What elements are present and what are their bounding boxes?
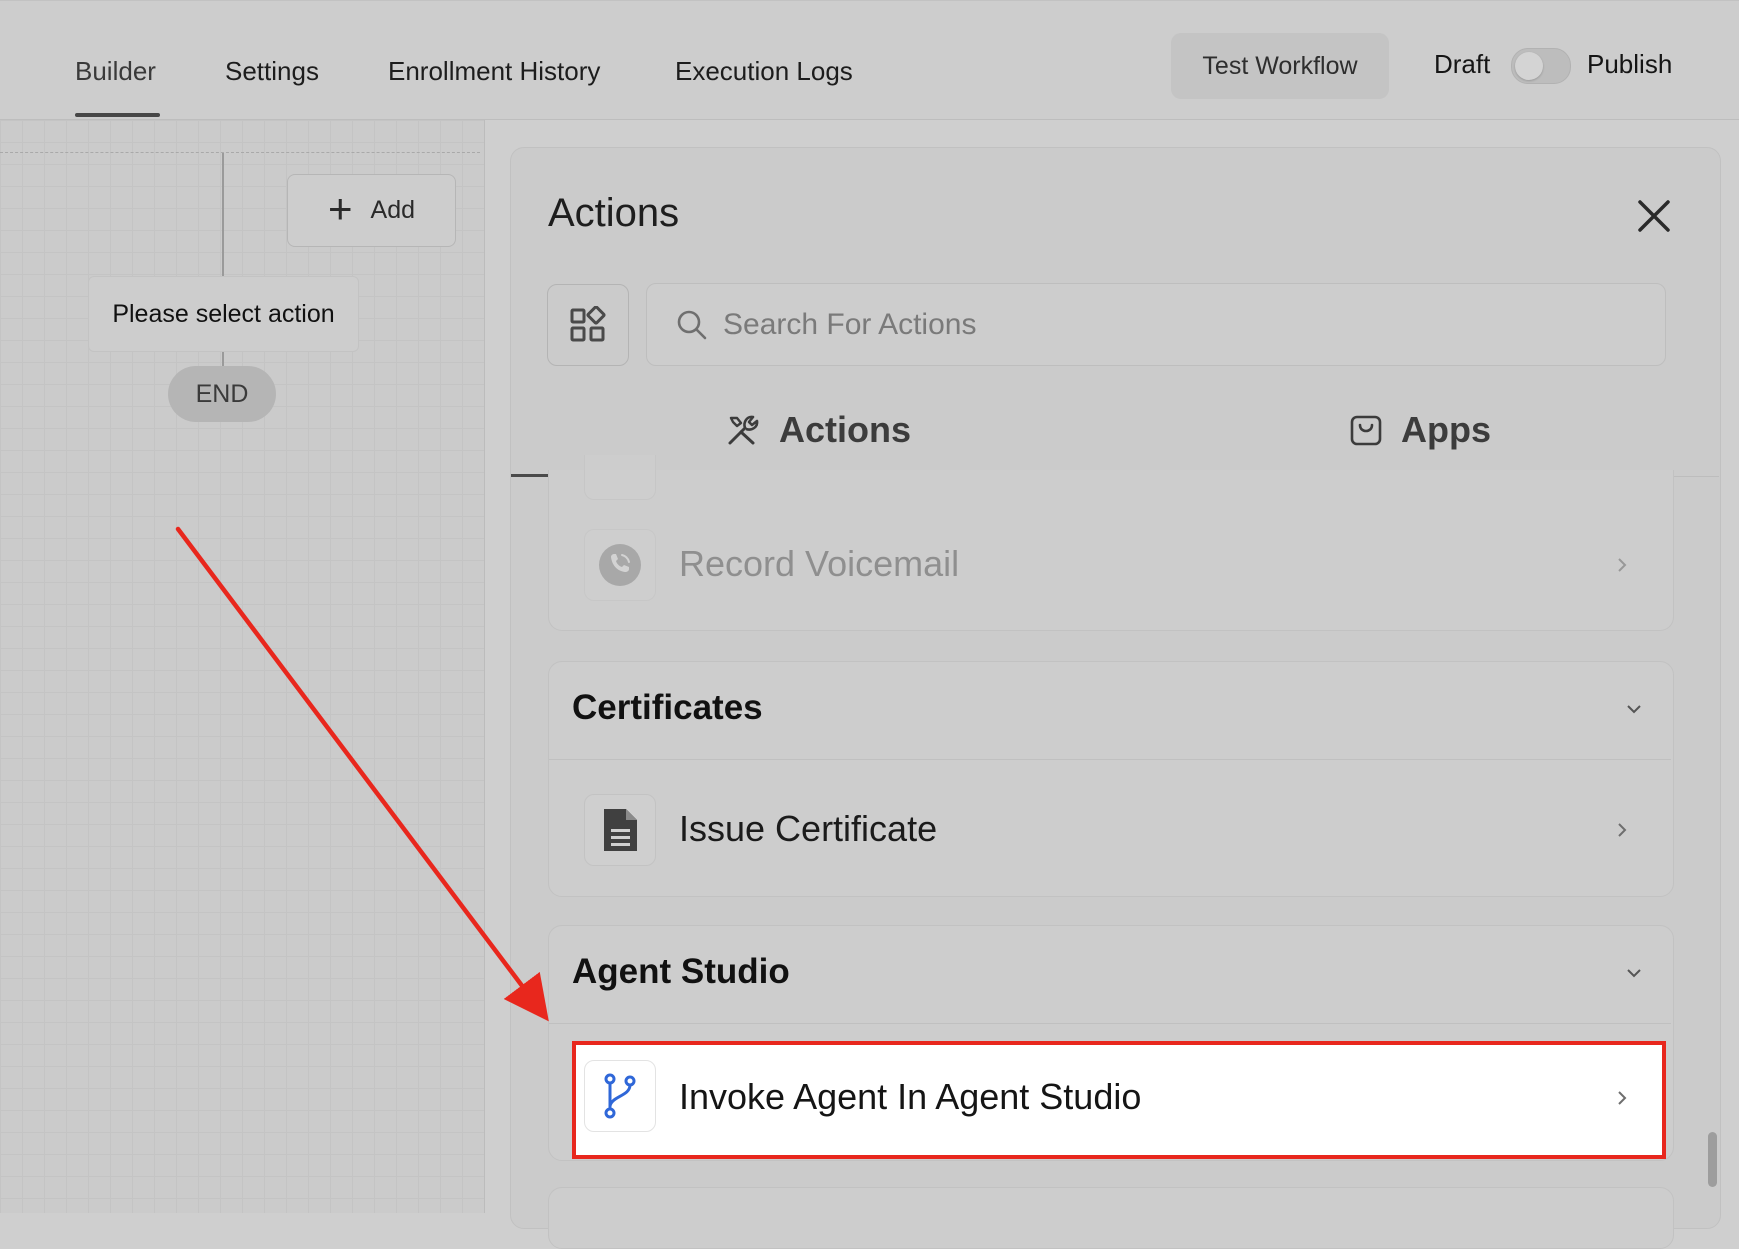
annotation-arrow	[175, 526, 549, 1022]
